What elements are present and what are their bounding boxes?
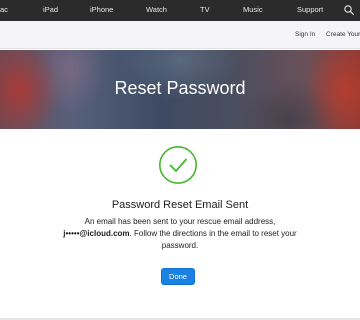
sign-in-link[interactable]: Sign In	[295, 31, 315, 39]
checkmark-circle-icon	[158, 145, 198, 185]
nav-item-tv[interactable]: TV	[200, 5, 210, 15]
message-line-1: An email has been sent to your rescue em…	[84, 217, 276, 226]
masked-email: j•••••@icloud.com	[63, 229, 130, 238]
global-nav: ac iPad iPhone Watch TV Music Support	[0, 0, 360, 21]
account-subnav: Sign In Create Your A	[0, 21, 360, 49]
search-icon[interactable]	[343, 4, 355, 16]
nav-item-ipad[interactable]: iPad	[43, 5, 58, 15]
page-title: Reset Password	[114, 78, 246, 98]
nav-item-music[interactable]: Music	[243, 5, 263, 15]
confirmation-heading: Password Reset Email Sent	[111, 199, 249, 211]
hero-banner: Reset Password	[0, 50, 360, 129]
create-account-link[interactable]: Create Your A	[326, 31, 360, 39]
nav-item-iphone[interactable]: iPhone	[90, 5, 113, 15]
nav-item-mac[interactable]: ac	[0, 5, 8, 15]
done-button[interactable]: Done	[161, 268, 195, 285]
message-line-2: . Follow the directions in the email to …	[129, 229, 297, 250]
nav-item-support[interactable]: Support	[297, 5, 323, 15]
nav-item-watch[interactable]: Watch	[146, 5, 167, 15]
confirmation-message: An email has been sent to your rescue em…	[60, 216, 300, 252]
